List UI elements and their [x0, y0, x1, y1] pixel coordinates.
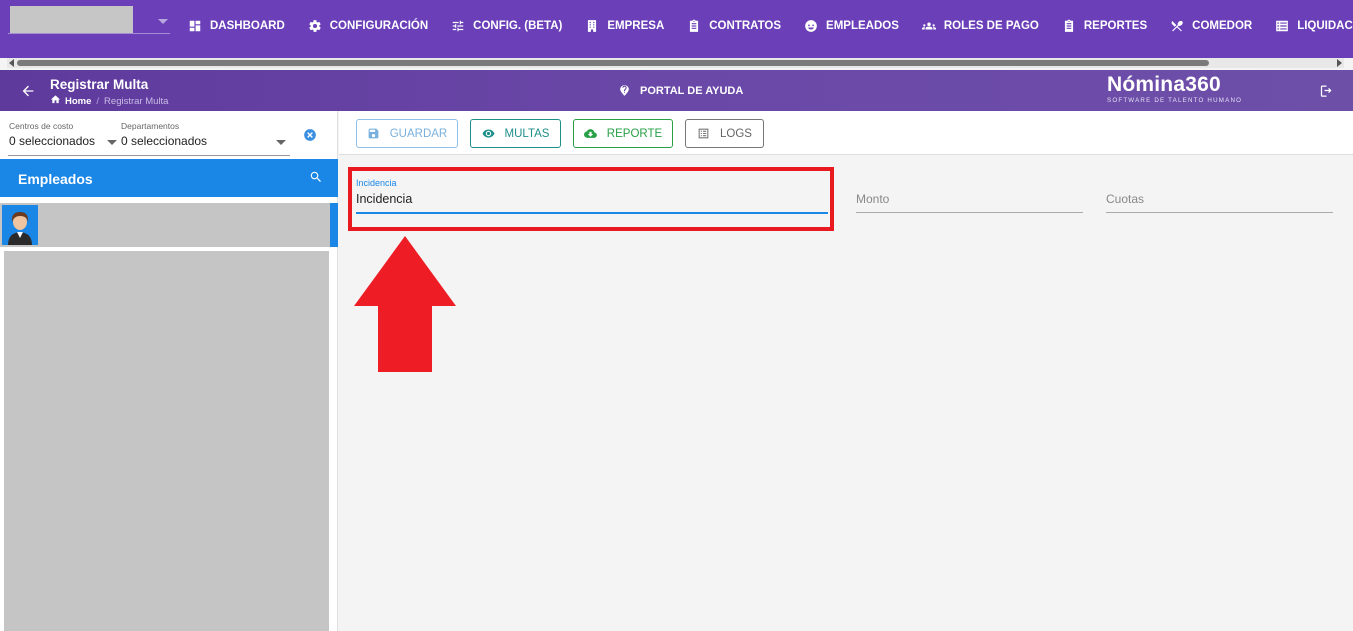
help-portal-label: PORTAL DE AYUDA — [640, 84, 744, 97]
nav-item-contratos[interactable]: CONTRATOS — [687, 0, 781, 58]
breadcrumb-separator: / — [96, 95, 100, 107]
nav-item-label: CONFIG. (BETA) — [473, 20, 563, 32]
search-icon[interactable] — [309, 170, 323, 189]
breadcrumb-home[interactable]: Home — [65, 96, 91, 107]
cloud-download-icon — [583, 129, 597, 138]
logout-icon[interactable] — [1319, 83, 1334, 103]
top-navigation: DASHBOARD CONFIGURACIÓN CONFIG. (BETA) E… — [0, 0, 1353, 58]
group-icon — [921, 22, 936, 30]
brand-tagline: SOFTWARE DE TALENTO HUMANO — [1107, 97, 1243, 104]
nav-item-empleados[interactable]: EMPLEADOS — [804, 0, 899, 58]
horizontal-scrollbar[interactable] — [7, 58, 1344, 68]
page-header: Registrar Multa Home / Registrar Multa P… — [0, 70, 1353, 111]
nav-item-label: CONTRATOS — [709, 20, 782, 32]
scroll-left-arrow-icon[interactable] — [9, 59, 14, 67]
chevron-down-icon — [158, 19, 168, 24]
nav-item-comedor[interactable]: COMEDOR — [1170, 0, 1252, 58]
nav-item-label: CONFIGURACIÓN — [329, 20, 429, 32]
departments-label: Departamentos — [121, 121, 180, 131]
nav-item-roles-de-pago[interactable]: ROLES DE PAGO — [921, 0, 1039, 58]
company-select[interactable] — [10, 6, 170, 40]
cost-centers-value: 0 seleccionados — [9, 134, 96, 148]
face-icon — [805, 20, 817, 32]
employee-avatar-icon — [2, 205, 38, 245]
clipboard-icon — [1064, 19, 1073, 32]
fines-button-label: MULTAS — [504, 127, 550, 140]
departments-filter[interactable]: Departamentos 0 seleccionados — [121, 121, 207, 148]
gear-icon — [309, 20, 321, 32]
nav-item-configuracion[interactable]: CONFIGURACIÓN — [308, 0, 428, 58]
nav-item-dashboard[interactable]: DASHBOARD — [188, 0, 285, 58]
breadcrumb-current: Registrar Multa — [104, 95, 169, 107]
nav-item-label: ROLES DE PAGO — [943, 20, 1039, 32]
list-icon — [698, 128, 709, 139]
eye-icon — [482, 129, 494, 138]
breadcrumb: Home / Registrar Multa — [50, 94, 168, 108]
nav-item-empresa[interactable]: EMPRESA — [585, 0, 664, 58]
nav-item-label: EMPRESA — [607, 20, 665, 32]
nav-item-label: DASHBOARD — [210, 20, 285, 32]
cuotas-underline — [1106, 212, 1333, 213]
monto-field[interactable]: Monto — [856, 190, 1083, 214]
help-portal-link[interactable]: PORTAL DE AYUDA — [618, 84, 743, 97]
cuotas-input[interactable]: Cuotas — [1106, 192, 1144, 206]
monto-underline — [856, 212, 1083, 213]
tune-icon — [452, 20, 464, 32]
nav-item-label: COMEDOR — [1192, 20, 1253, 32]
left-panel: Centros de costo 0 seleccionados Departa… — [0, 111, 338, 631]
company-select-underline — [8, 33, 170, 34]
report-button-label: REPORTE — [606, 127, 663, 140]
nav-item-liquidaciones[interactable]: LIQUIDACIONES — [1275, 0, 1353, 58]
building-icon — [588, 20, 597, 32]
departments-value: 0 seleccionados — [121, 134, 208, 148]
monto-input[interactable]: Monto — [856, 192, 889, 206]
red-arrow-up-icon — [354, 236, 456, 372]
brand-logo: Nómina360 SOFTWARE DE TALENTO HUMANO — [1107, 73, 1247, 104]
save-button-label: GUARDAR — [389, 127, 448, 140]
action-toolbar: GUARDAR MULTAS REPORTE LOGS — [339, 111, 1353, 155]
back-arrow-icon[interactable] — [20, 83, 36, 99]
home-icon[interactable] — [50, 94, 65, 108]
brand-name: Nómina360 — [1107, 73, 1221, 96]
chevron-down-icon[interactable] — [276, 140, 286, 145]
page-title: Registrar Multa — [50, 77, 149, 92]
scrollbar-thumb[interactable] — [17, 60, 1209, 66]
cuotas-field[interactable]: Cuotas — [1106, 190, 1333, 214]
company-name-redacted — [10, 6, 133, 34]
save-icon — [368, 128, 379, 139]
filter-underline — [8, 155, 290, 156]
employee-list-redacted — [4, 251, 329, 631]
report-button[interactable]: REPORTE — [573, 119, 673, 148]
chevron-down-icon[interactable] — [107, 140, 117, 145]
logs-button-label: LOGS — [720, 127, 752, 140]
cutlery-icon — [1171, 20, 1183, 32]
nav-item-label: LIQUIDACIONES — [1297, 20, 1353, 32]
help-icon — [620, 85, 629, 96]
logs-button[interactable]: LOGS — [685, 119, 764, 148]
cost-centers-filter[interactable]: Centros de costo 0 seleccionados — [9, 121, 95, 148]
employees-header: Empleados — [0, 159, 338, 197]
list-icon — [1276, 20, 1289, 32]
employees-title: Empleados — [18, 171, 93, 187]
nav-item-reportes[interactable]: REPORTES — [1062, 0, 1147, 58]
scroll-right-arrow-icon[interactable] — [1337, 59, 1342, 67]
nav-item-config-beta[interactable]: CONFIG. (BETA) — [451, 0, 562, 58]
save-button[interactable]: GUARDAR — [356, 119, 458, 148]
clear-filters-icon[interactable] — [303, 128, 317, 142]
cost-centers-label: Centros de costo — [9, 121, 74, 131]
avatar — [2, 205, 38, 245]
employee-list-item[interactable] — [0, 203, 338, 247]
nav-item-label: REPORTES — [1083, 20, 1148, 32]
main-menu: DASHBOARD CONFIGURACIÓN CONFIG. (BETA) E… — [188, 0, 1353, 58]
fines-view-button[interactable]: MULTAS — [470, 119, 561, 148]
nav-item-label: EMPLEADOS — [826, 20, 899, 32]
highlight-annotation-box — [348, 167, 834, 231]
dashboard-icon — [189, 20, 201, 32]
clipboard-icon — [690, 19, 699, 32]
